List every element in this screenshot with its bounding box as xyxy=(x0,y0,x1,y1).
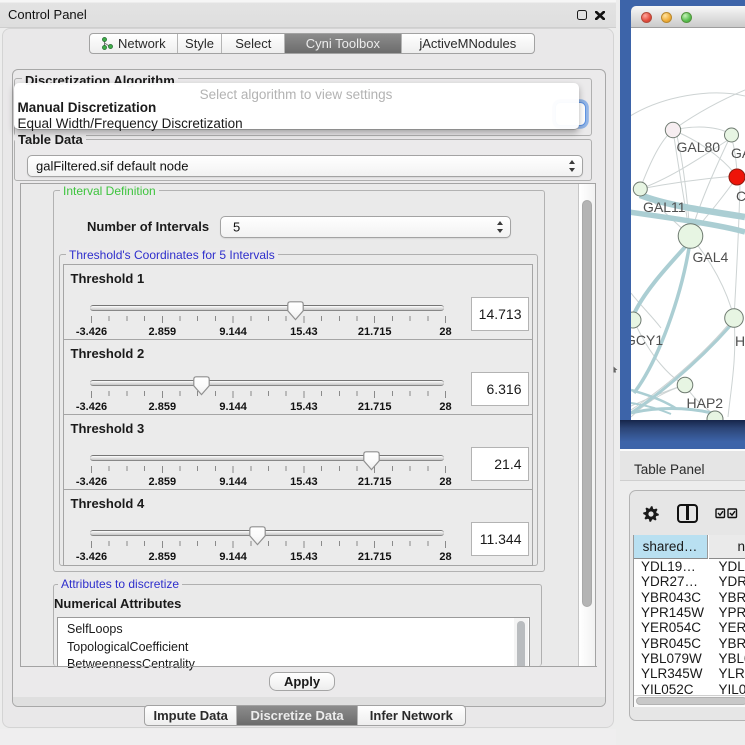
svg-text:HAP2: HAP2 xyxy=(687,395,724,411)
svg-text:GCY1: GCY1 xyxy=(631,332,663,348)
svg-text:GAL11: GAL11 xyxy=(643,199,686,215)
svg-text:H: H xyxy=(735,333,745,349)
svg-text:C: C xyxy=(736,188,745,204)
svg-text:GAL80: GAL80 xyxy=(677,139,721,155)
svg-text:GA: GA xyxy=(731,145,745,161)
svg-text:GAL4: GAL4 xyxy=(693,249,729,265)
